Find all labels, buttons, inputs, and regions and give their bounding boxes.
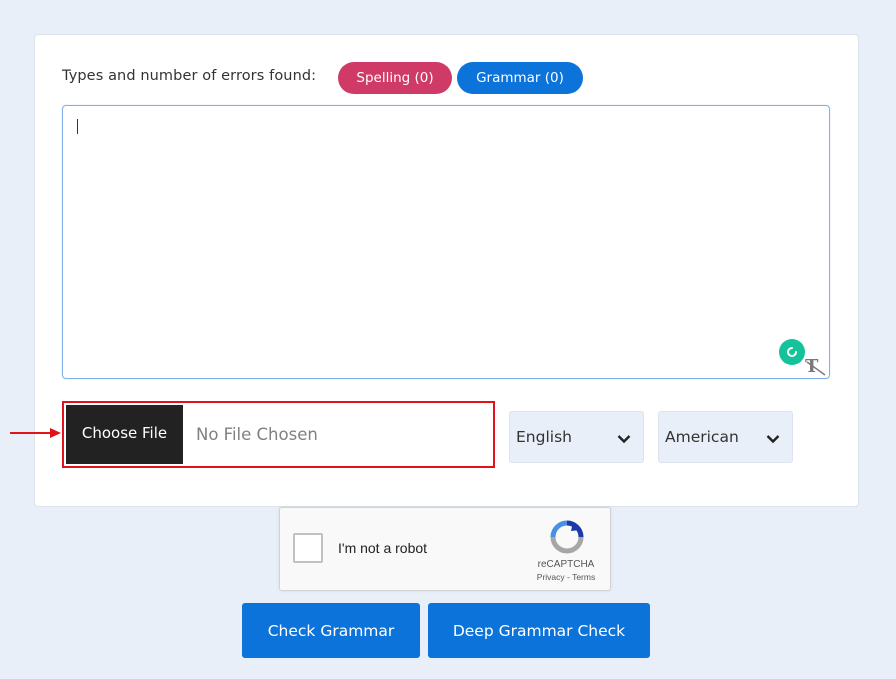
language-select-value: English <box>516 428 572 446</box>
grammar-count-button[interactable]: Grammar (0) <box>457 62 583 94</box>
recaptcha-checkbox[interactable] <box>293 533 323 563</box>
recaptcha-links: Privacy - Terms <box>525 572 607 582</box>
recaptcha-logo-icon <box>550 520 584 558</box>
chevron-down-icon <box>766 430 780 448</box>
variant-select[interactable]: American <box>658 411 793 463</box>
file-upload: Choose File No File Chosen <box>62 401 495 468</box>
check-grammar-button[interactable]: Check Grammar <box>242 603 420 658</box>
recaptcha-brand: reCAPTCHA <box>537 559 595 570</box>
links-separator: - <box>564 572 573 582</box>
recaptcha-widget: I'm not a robot reCAPTCHA Privacy - Term… <box>279 507 611 591</box>
arrow-right-icon <box>10 424 62 443</box>
grammarly-icon[interactable] <box>779 339 805 365</box>
recaptcha-label: I'm not a robot <box>338 540 428 556</box>
variant-select-value: American <box>665 428 739 446</box>
file-status: No File Chosen <box>196 425 318 444</box>
terms-link[interactable]: Terms <box>572 572 595 582</box>
spelling-count-button[interactable]: Spelling (0) <box>338 62 452 94</box>
errors-label: Types and number of errors found: <box>62 68 317 84</box>
text-caret <box>77 119 78 134</box>
privacy-link[interactable]: Privacy <box>537 572 565 582</box>
text-format-icon[interactable]: T <box>803 354 827 381</box>
deep-grammar-check-button[interactable]: Deep Grammar Check <box>428 603 650 658</box>
choose-file-button[interactable]: Choose File <box>66 405 183 464</box>
language-select[interactable]: English <box>509 411 644 463</box>
text-editor[interactable]: T <box>62 105 830 379</box>
chevron-down-icon <box>617 430 631 448</box>
